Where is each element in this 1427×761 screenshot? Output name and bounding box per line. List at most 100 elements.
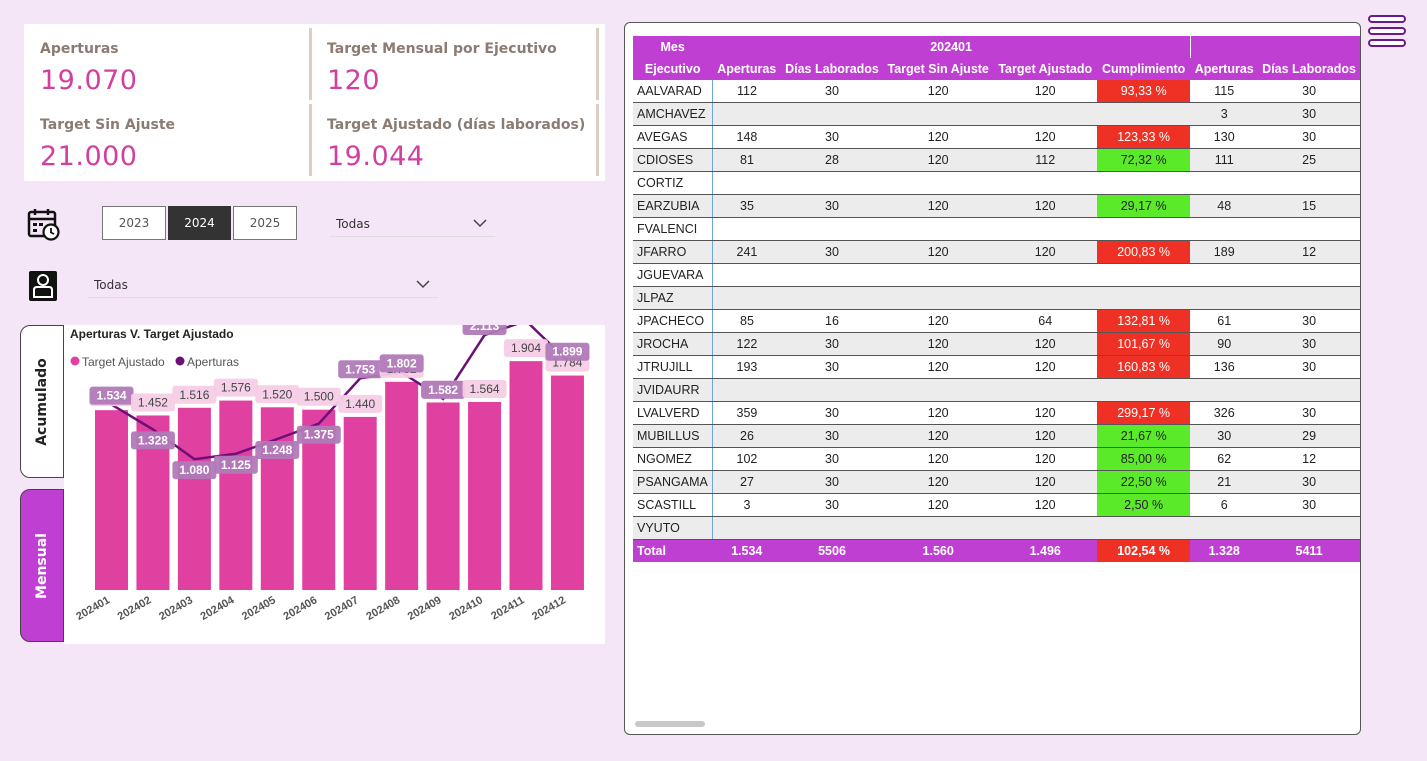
cell-name: AMCHAVEZ xyxy=(633,102,713,126)
x-tick-label: 202407 xyxy=(323,594,361,623)
col-aperturas-2[interactable]: Aperturas xyxy=(1190,58,1259,80)
table-row[interactable]: JLPAZ xyxy=(633,286,1360,310)
horizontal-scrollbar[interactable] xyxy=(635,721,705,727)
chevron-down-icon xyxy=(416,278,430,292)
cell-tsa: 120 xyxy=(882,332,994,356)
kpi-divider xyxy=(309,28,312,100)
cell-ap2 xyxy=(1190,286,1259,310)
cell-tsa xyxy=(882,217,994,241)
table-row[interactable]: CDIOSES 81 28 120 112 72,32 % 111 25 xyxy=(633,148,1360,172)
data-label-target-ajustado: 1.520 xyxy=(262,387,292,401)
table-row[interactable]: SCASTILL 3 30 120 120 2,50 % 6 30 xyxy=(633,493,1360,517)
cell-cump: 72,32 % xyxy=(1096,148,1191,172)
data-label-aperturas: 1.582 xyxy=(428,383,458,397)
cell-ta: 120 xyxy=(993,332,1097,356)
table-row[interactable]: PSANGAMA 27 30 120 120 22,50 % 21 30 xyxy=(633,470,1360,494)
kpi-label: Target Sin Ajuste xyxy=(40,117,176,133)
table-row[interactable]: AVEGAS 148 30 120 120 123,33 % 130 30 xyxy=(633,125,1360,149)
bar-target-ajustado xyxy=(426,402,460,590)
table-row[interactable]: MUBILLUS 26 30 120 120 21,67 % 30 29 xyxy=(633,424,1360,448)
cell-ap: 148 xyxy=(711,125,782,149)
cell-tsa: 120 xyxy=(882,125,994,149)
calendar-clock-icon xyxy=(27,207,61,245)
hamburger-icon[interactable] xyxy=(1368,14,1408,54)
col-ejecutivo[interactable]: Ejecutivo xyxy=(633,58,713,80)
month-dropdown[interactable]: Todas xyxy=(330,211,495,237)
kpi-label: Target Ajustado (días laborados) xyxy=(327,117,586,133)
table-row[interactable]: JGUEVARA xyxy=(633,263,1360,287)
kpi-aperturas: Aperturas 19.070 xyxy=(40,41,137,96)
cell-cump: 299,17 % xyxy=(1096,401,1191,425)
kpi-divider xyxy=(596,104,599,176)
cell-ta: 120 xyxy=(993,493,1097,517)
cell-dl: 30 xyxy=(781,401,883,425)
col-cumplimiento[interactable]: Cumplimiento xyxy=(1096,58,1191,80)
cell-ap2: 189 xyxy=(1190,240,1259,264)
executive-dropdown[interactable]: Todas xyxy=(88,272,438,298)
header-month-202401: 202401 xyxy=(712,36,1191,58)
cell-ap: 35 xyxy=(711,194,782,218)
table-row[interactable]: CORTIZ xyxy=(633,171,1360,195)
legend-label-aperturas: Aperturas xyxy=(187,355,239,369)
kpi-target-mensual: Target Mensual por Ejecutivo 120 xyxy=(327,41,557,96)
cell-ap2: 62 xyxy=(1190,447,1259,471)
table-row[interactable]: JROCHA 122 30 120 120 101,67 % 90 30 xyxy=(633,332,1360,356)
kpi-target-ajustado: Target Ajustado (días laborados) 19.044 xyxy=(327,117,585,172)
tab-mensual[interactable]: Mensual xyxy=(20,489,64,642)
cell-tsa xyxy=(882,263,994,287)
year-button-2025[interactable]: 2025 xyxy=(233,206,297,240)
cell-ap: 85 xyxy=(711,309,782,333)
cell-cump: 200,83 % xyxy=(1096,240,1191,264)
table-row[interactable]: EARZUBIA 35 30 120 120 29,17 % 48 15 xyxy=(633,194,1360,218)
cell-ap xyxy=(711,217,782,241)
cell-tsa: 120 xyxy=(882,148,994,172)
cell-tsa xyxy=(882,102,994,126)
table-row[interactable]: LVALVERD 359 30 120 120 299,17 % 326 30 xyxy=(633,401,1360,425)
chart-title: Aperturas V. Target Ajustado xyxy=(70,327,234,341)
cell-cump xyxy=(1096,378,1191,402)
data-label-aperturas: 1.534 xyxy=(96,389,126,403)
cell-ap2 xyxy=(1190,171,1259,195)
col-dias-laborados-2[interactable]: Días Laborados xyxy=(1258,58,1360,80)
cell-cump xyxy=(1096,102,1191,126)
cell-name: JGUEVARA xyxy=(633,263,713,287)
cell-ap: 26 xyxy=(711,424,782,448)
tab-acumulado[interactable]: Acumulado xyxy=(20,325,64,478)
cell-tsa: 120 xyxy=(882,80,994,103)
year-button-2023[interactable]: 2023 xyxy=(102,206,166,240)
cell-tsa xyxy=(882,378,994,402)
total-dl2: 5411 xyxy=(1258,539,1360,562)
table-row[interactable]: JTRUJILL 193 30 120 120 160,83 % 136 30 xyxy=(633,355,1360,379)
table-row[interactable]: FVALENCI xyxy=(633,217,1360,241)
col-aperturas[interactable]: Aperturas xyxy=(712,58,782,80)
table-row[interactable]: AMCHAVEZ 3 30 xyxy=(633,102,1360,126)
legend-marker-target-ajustado xyxy=(70,356,80,366)
col-target-sin-ajuste[interactable]: Target Sin Ajuste xyxy=(882,58,994,80)
cell-cump: 29,17 % xyxy=(1096,194,1191,218)
cell-ta xyxy=(993,378,1097,402)
cell-ta xyxy=(993,286,1097,310)
col-target-ajustado[interactable]: Target Ajustado xyxy=(993,58,1097,80)
table-row[interactable]: JPACHECO 85 16 120 64 132,81 % 61 30 xyxy=(633,309,1360,333)
cell-tsa: 120 xyxy=(882,194,994,218)
cell-tsa xyxy=(882,516,994,540)
kpi-value: 120 xyxy=(327,65,381,96)
cell-ap xyxy=(711,378,782,402)
table-row[interactable]: AALVARAD 112 30 120 120 93,33 % 115 30 xyxy=(633,80,1360,103)
year-button-2024[interactable]: 2024 xyxy=(168,206,231,240)
executive-table: Mes 202401 Ejecutivo Aperturas Días Labo… xyxy=(633,36,1360,562)
kpi-value: 21.000 xyxy=(40,141,138,172)
cell-tsa: 120 xyxy=(882,493,994,517)
cell-cump xyxy=(1096,171,1191,195)
table-row[interactable]: JFARRO 241 30 120 120 200,83 % 189 12 xyxy=(633,240,1360,264)
cell-ta: 120 xyxy=(993,447,1097,471)
cell-dl xyxy=(781,171,883,195)
aperturas-chart: Aperturas V. Target Ajustado Target Ajust… xyxy=(70,302,590,623)
table-row[interactable]: NGOMEZ 102 30 120 120 85,00 % 62 12 xyxy=(633,447,1360,471)
cell-dl: 16 xyxy=(781,309,883,333)
cell-cump: 101,67 % xyxy=(1096,332,1191,356)
table-row[interactable]: JVIDAURR xyxy=(633,378,1360,402)
table-row[interactable]: VYUTO xyxy=(633,516,1360,540)
cell-name: MUBILLUS xyxy=(633,424,713,448)
col-dias-laborados[interactable]: Días Laborados xyxy=(781,58,883,80)
